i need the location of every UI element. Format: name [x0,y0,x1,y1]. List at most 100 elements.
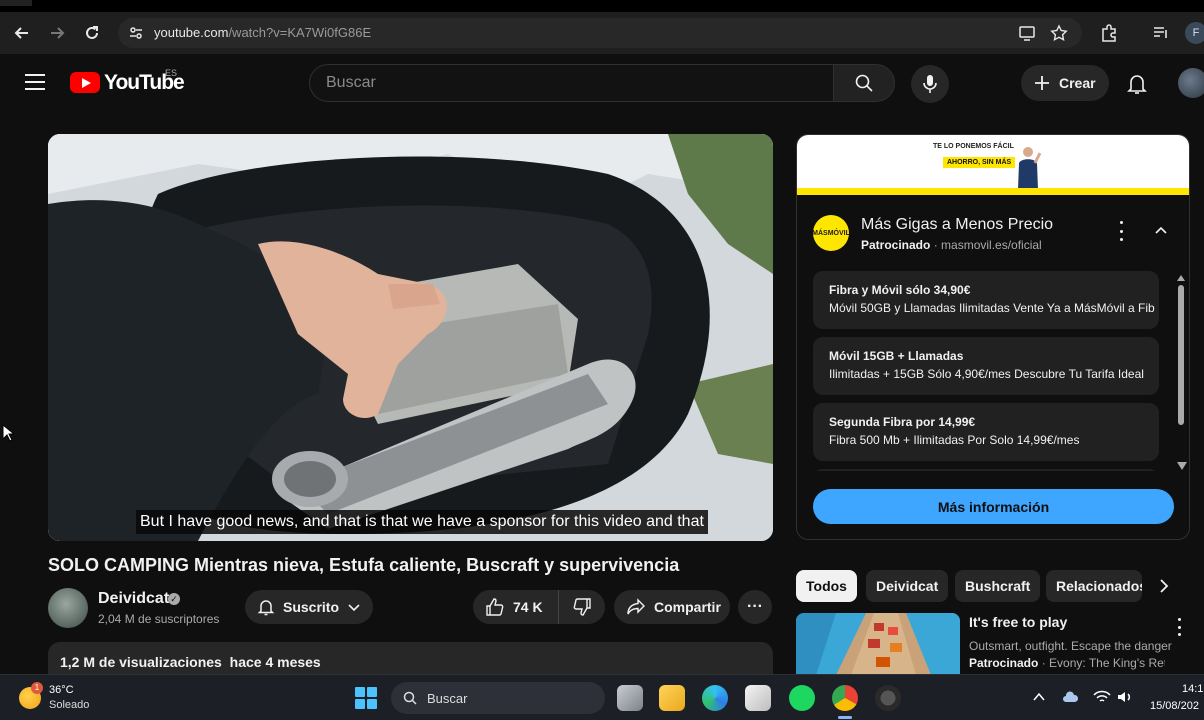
create-button[interactable]: Crear [1021,65,1109,101]
verified-check-icon: ✓ [168,593,180,605]
menu-icon[interactable] [25,74,45,90]
wifi-icon[interactable] [1093,689,1111,705]
offer-description: Fibra 500 Mb + Ilimitadas Por Solo 14,99… [829,433,1080,447]
like-count: 74 K [513,599,543,615]
banner-tagline: TE LO PONEMOS FÁCIL [933,143,1014,150]
clock-date[interactable]: 15/08/202 [1150,700,1199,712]
ad-offer-item[interactable] [813,469,1159,471]
thumbs-down-icon [573,598,591,616]
spotify-icon[interactable] [789,685,815,711]
share-label: Compartir [654,599,721,615]
share-arrow-icon [627,598,645,615]
search-button[interactable] [833,64,895,102]
game-thumbnail-image [796,613,960,675]
more-actions-button[interactable]: ··· [738,590,772,624]
volume-icon[interactable] [1116,689,1134,705]
arrow-right-icon [51,27,65,39]
reload-icon [86,26,98,39]
cloud-icon[interactable] [1062,689,1080,705]
chip-all[interactable]: Todos [796,570,857,602]
media-control-icon[interactable] [1152,24,1170,42]
chrome-icon[interactable] [832,685,858,711]
chip-channel[interactable]: Deividcat [866,570,949,602]
account-avatar[interactable] [1178,68,1204,98]
scroll-up-arrow-icon[interactable] [1177,275,1185,281]
more-horizontal-icon: ··· [747,598,763,615]
search-box [309,64,834,102]
youtube-logo-icon[interactable] [70,72,100,93]
chip-related[interactable]: Relacionados [1046,570,1142,602]
offer-description: Ilimitadas + 15GB Sólo 4,90€/mes Descubr… [829,367,1144,381]
extensions-icon[interactable] [1099,23,1119,43]
banner-person-image [1018,147,1041,190]
forward-button[interactable] [45,21,69,45]
subscribed-button[interactable]: Suscrito [245,590,373,624]
weather-condition: Soleado [49,699,90,711]
browser-toolbar: youtube.com/watch?v=KA7Wi0fG86E F [0,12,1204,54]
weather-temperature[interactable]: 36°C [49,684,74,696]
mouse-cursor-icon [2,424,14,442]
ad-offer-item[interactable]: Móvil 15GB + Llamadas Ilimitadas + 15GB … [813,337,1159,395]
bell-icon [257,600,275,616]
video-title: SOLO CAMPING Mientras nieva, Estufa cali… [48,555,680,575]
related-menu-icon[interactable] [1174,618,1184,636]
ad-offer-item[interactable]: Fibra y Móvil sólo 34,90€ Móvil 50GB y L… [813,271,1159,329]
chevron-right-icon[interactable] [1156,578,1172,594]
advertiser-logo[interactable]: MÁSMÓVIL [812,215,850,251]
related-video-title[interactable]: It's free to play [969,614,1067,630]
dislike-button[interactable] [559,590,605,624]
task-view-icon[interactable] [617,685,643,711]
channel-name[interactable]: Deividcat [98,590,169,608]
ad-offer-item[interactable]: Segunda Fibra por 14,99€ Fibra 500 Mb + … [813,403,1159,461]
ad-menu-icon[interactable] [1115,221,1127,241]
scrollbar-thumb[interactable] [1178,285,1184,425]
taskbar-search[interactable]: Buscar [391,682,605,714]
reload-button[interactable] [80,21,104,45]
pinned-app-icon[interactable] [875,685,901,711]
video-caption: But I have good news, and that is that w… [136,510,708,534]
bookmark-star-icon[interactable] [1050,24,1068,42]
tray-chevron-up-icon[interactable] [1033,692,1045,702]
browser-profile-avatar[interactable]: F [1185,22,1204,44]
cast-icon[interactable] [1018,24,1036,42]
voice-search-button[interactable] [911,65,949,103]
subscriber-count: 2,04 M de suscriptores [98,612,220,626]
address-bar[interactable]: youtube.com/watch?v=KA7Wi0fG86E [118,18,1082,48]
site-settings-icon[interactable] [128,25,144,41]
windows-start-icon[interactable] [355,687,377,709]
microsoft-store-icon[interactable] [745,685,771,711]
ad-title[interactable]: Más Gigas a Menos Precio [861,216,1053,234]
more-info-button[interactable]: Más información [813,489,1174,524]
back-button[interactable] [10,21,34,45]
tab-strip [0,0,1204,12]
edge-browser-icon[interactable] [702,685,728,711]
chip-bushcraft[interactable]: Bushcraft [955,570,1041,602]
ad-list-scrollbar[interactable] [1177,275,1185,460]
tab-fragment[interactable] [0,0,32,6]
region-code: ES [165,68,178,78]
create-label: Crear [1059,75,1096,91]
share-button[interactable]: Compartir [614,590,730,624]
taskbar-search-label: Buscar [427,690,468,706]
scroll-down-arrow-icon[interactable] [1177,462,1187,470]
ad-sponsor-line: Patrocinado · masmovil.es/oficial [861,238,1042,252]
related-video-description: Outsmart, outfight. Escape the danger [969,639,1172,653]
chevron-up-icon[interactable] [1154,223,1168,237]
microphone-icon [923,75,937,93]
search-icon [403,691,417,705]
clock-time[interactable]: 14:1 [1182,683,1203,695]
related-video-thumbnail[interactable] [796,613,960,675]
ad-banner-image[interactable]: TE LO PONEMOS FÁCIL AHORRO, SIN MÁS [797,135,1189,195]
search-icon [855,74,873,92]
search-input[interactable] [326,65,826,101]
banner-stripe [797,188,1189,195]
file-explorer-icon[interactable] [659,685,685,711]
like-button[interactable]: 74 K [473,590,559,624]
offer-title: Fibra y Móvil sólo 34,90€ [829,283,971,297]
plus-icon [1035,76,1049,90]
video-frame-image [48,134,773,541]
channel-avatar[interactable] [48,588,88,628]
video-player[interactable]: But I have good news, and that is that w… [48,134,773,541]
notifications-bell-icon[interactable] [1124,71,1150,97]
offer-title: Móvil 15GB + Llamadas [829,349,964,363]
